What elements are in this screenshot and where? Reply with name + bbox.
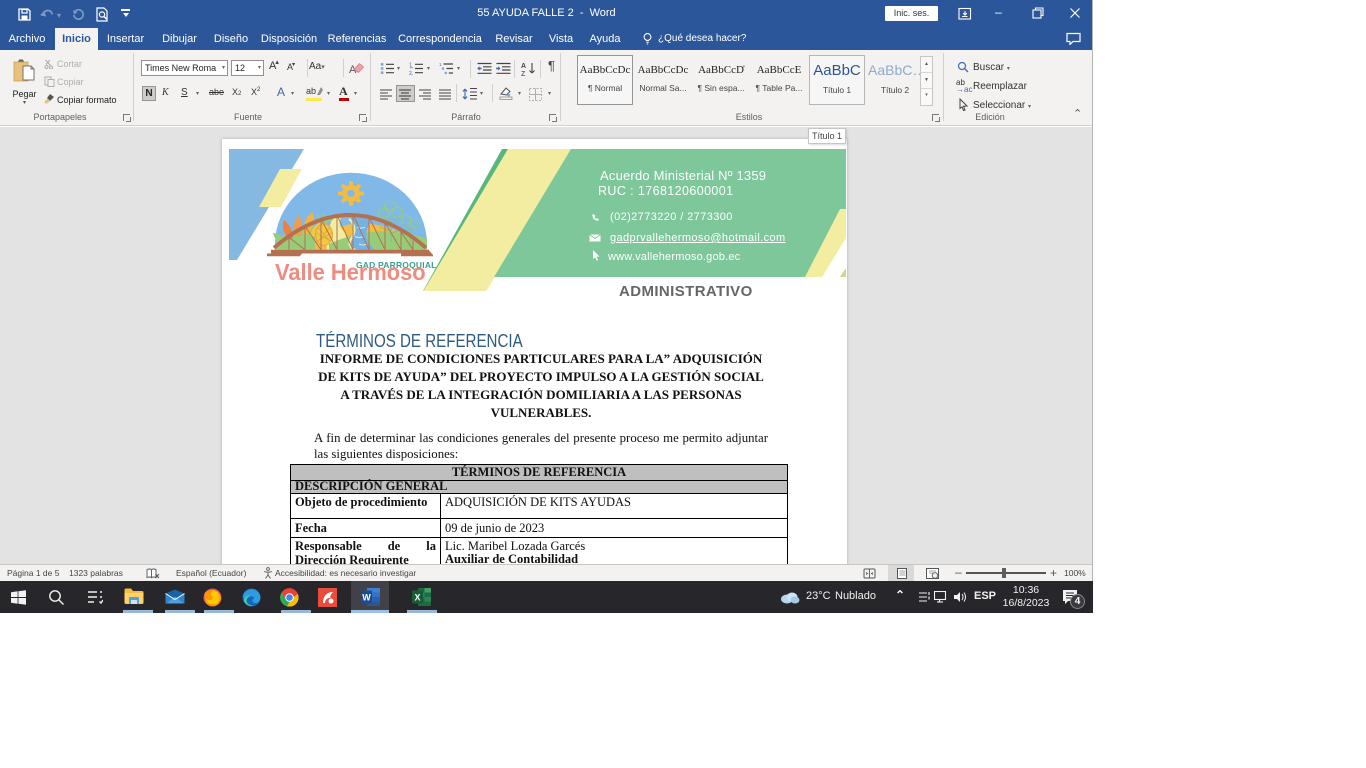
svg-text:A: A bbox=[521, 63, 526, 70]
svg-text:X: X bbox=[414, 593, 420, 603]
svg-text:W: W bbox=[362, 593, 371, 603]
svg-text:Z: Z bbox=[521, 71, 526, 76]
svg-text:1: 1 bbox=[439, 62, 442, 67]
svg-text:2: 2 bbox=[409, 71, 412, 75]
